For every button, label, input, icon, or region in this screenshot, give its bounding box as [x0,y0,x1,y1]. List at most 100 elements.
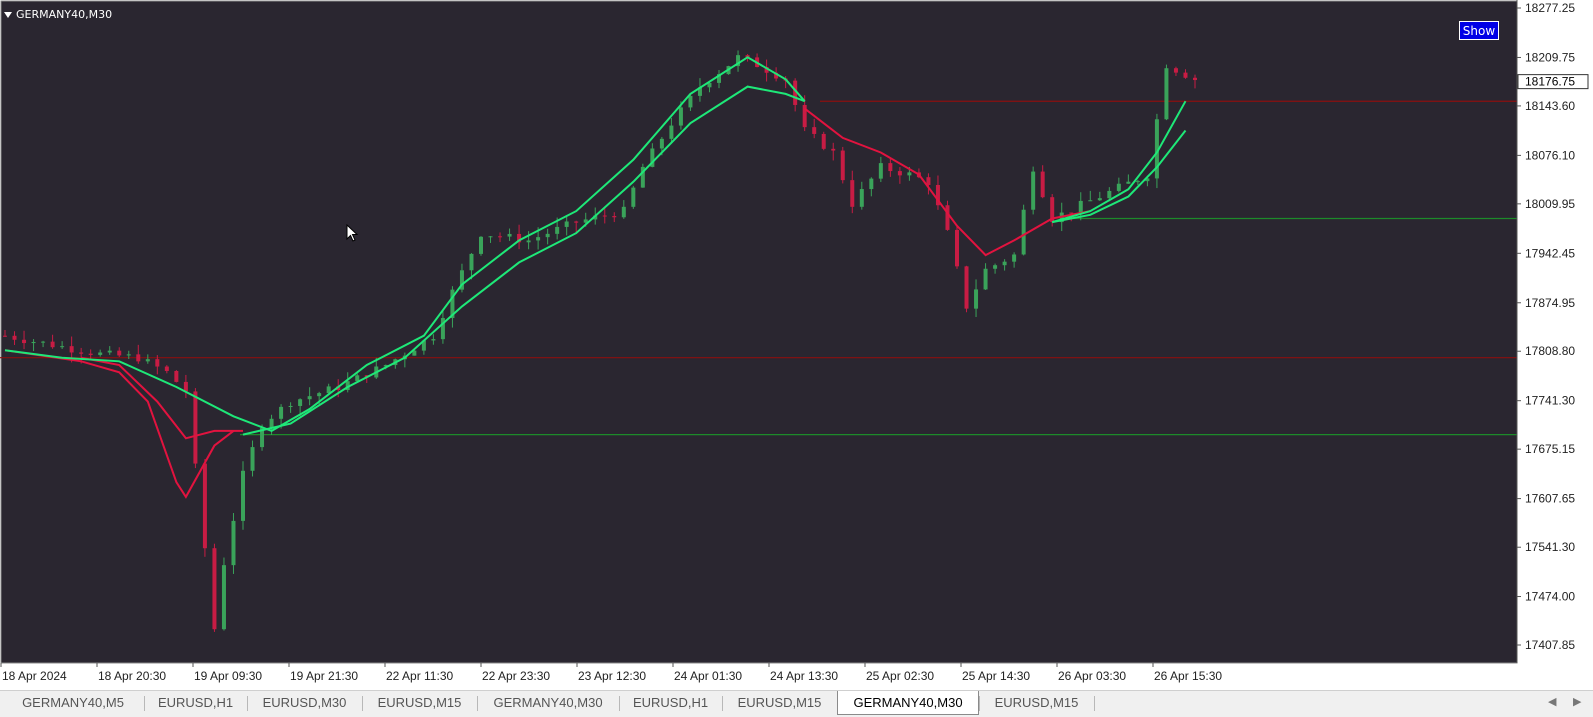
time-tick-label: 24 Apr 01:30 [674,669,742,683]
candle-body [107,350,112,353]
price-tick-label: 18076.10 [1525,148,1575,162]
candle-body [545,233,550,238]
time-tick-label: 22 Apr 23:30 [482,669,550,683]
candle-body [50,341,55,348]
tab-germany40-m5[interactable]: GERMANY40,M5 [2,692,144,714]
price-tick-label: 18209.75 [1525,50,1575,64]
candle-body [507,233,512,237]
tab-scroll-left-icon[interactable]: ◀ [1548,695,1556,708]
price-tick-label: 18009.95 [1525,197,1575,211]
candle-body [317,393,322,397]
tab-scroll-right-icon[interactable]: ▶ [1573,695,1581,708]
price-tick-label: 17942.45 [1525,246,1575,260]
show-button[interactable]: Show [1459,21,1499,40]
time-tick-label: 18 Apr 2024 [2,669,67,683]
candle-body [840,150,845,181]
candle-body [193,391,198,464]
candle-body [1116,183,1121,191]
time-tick-label: 18 Apr 20:30 [98,669,166,683]
candle-body [155,359,160,367]
candle-body [850,180,855,207]
tab-eurusd-m15[interactable]: EURUSD,M15 [362,692,477,714]
candle-body [183,381,188,392]
candle-body [126,354,131,356]
candle-body [1193,77,1197,81]
candle-body [98,352,103,355]
candle-body [269,418,274,428]
tab-eurusd-m15[interactable]: EURUSD,M15 [722,692,837,714]
candle-body [479,236,483,254]
candle-body [1088,200,1093,202]
candle-body [964,266,969,309]
candle-body [688,95,693,108]
tab-germany40-m30[interactable]: GERMANY40,M30 [837,691,979,715]
chart-tabs-bar: GERMANY40,M5 EURUSD,H1 EURUSD,M30 EURUSD,M1… [0,690,1593,717]
candle-body [241,470,245,521]
time-tick-label: 19 Apr 21:30 [290,669,358,683]
chart-plot-background [0,0,1518,664]
candle-body [498,236,503,238]
candle-body [431,339,436,341]
candle-body [31,341,36,344]
candle-body [41,341,46,343]
tab-separator [1094,696,1095,711]
candle-body [878,163,883,179]
chart-symbol-title: GERMANY40,M30 [4,8,112,21]
time-tick-label: 19 Apr 09:30 [194,669,262,683]
time-tick-label: 25 Apr 14:30 [962,669,1030,683]
candle-body [231,520,236,566]
candle-body [488,236,493,238]
candle-body [564,221,569,227]
candle-body [1135,181,1140,183]
candle-body [12,335,17,340]
candle-body [174,370,179,382]
price-tick-label: 18143.60 [1525,99,1575,113]
tab-eurusd-m15[interactable]: EURUSD,M15 [979,692,1094,714]
tab-eurusd-m30[interactable]: EURUSD,M30 [247,692,362,714]
price-chart[interactable]: 18277.25 18209.75 18143.60 18076.10 18009.95… [0,0,1593,685]
candle-body [859,189,864,207]
candle-body [1078,200,1083,213]
candle-body [279,406,284,419]
candle-body [1126,181,1131,184]
candle-body [298,399,303,406]
candle-body [469,253,474,271]
candle-body [993,265,998,269]
tab-eurusd-h1[interactable]: EURUSD,H1 [144,692,247,714]
candle-body [659,138,664,149]
candle-body [955,229,959,267]
candle-body [631,187,636,207]
tab-germany40-m30[interactable]: GERMANY40,M30 [477,692,619,714]
price-tick-label: 17607.65 [1525,492,1575,506]
candle-body [669,125,674,139]
candle-body [1173,68,1178,73]
candle-body [536,237,541,241]
mouse-pointer-icon [346,224,359,242]
candle-body [288,405,293,407]
chart-window[interactable]: 18277.25 18209.75 18143.60 18076.10 18009.95… [0,0,1593,685]
candle-body [1069,212,1074,214]
candle-body [1002,261,1007,266]
candle-body [1040,171,1045,198]
candle-body [612,216,617,218]
time-tick-label: 25 Apr 02:30 [866,669,934,683]
candle-body [897,171,902,176]
candle-body [974,289,979,309]
candle-body [136,354,141,362]
price-tick-label: 17541.30 [1525,540,1575,554]
candle-body [1164,68,1169,120]
candle-body [1021,209,1026,255]
candle-body [812,127,817,134]
price-tick-label: 17808.80 [1525,344,1575,358]
price-tick-label: 17741.30 [1525,394,1575,408]
time-tick-label: 22 Apr 11:30 [386,669,453,683]
candle-body [250,447,255,471]
time-tick-label: 23 Apr 12:30 [578,669,646,683]
candle-body [983,268,988,290]
tab-eurusd-h1[interactable]: EURUSD,H1 [619,692,722,714]
candle-body [888,163,893,172]
candle-body [1097,198,1102,201]
candle-body [69,346,74,353]
candle-body [945,205,950,230]
chart-menu-triangle-icon[interactable] [4,11,12,18]
